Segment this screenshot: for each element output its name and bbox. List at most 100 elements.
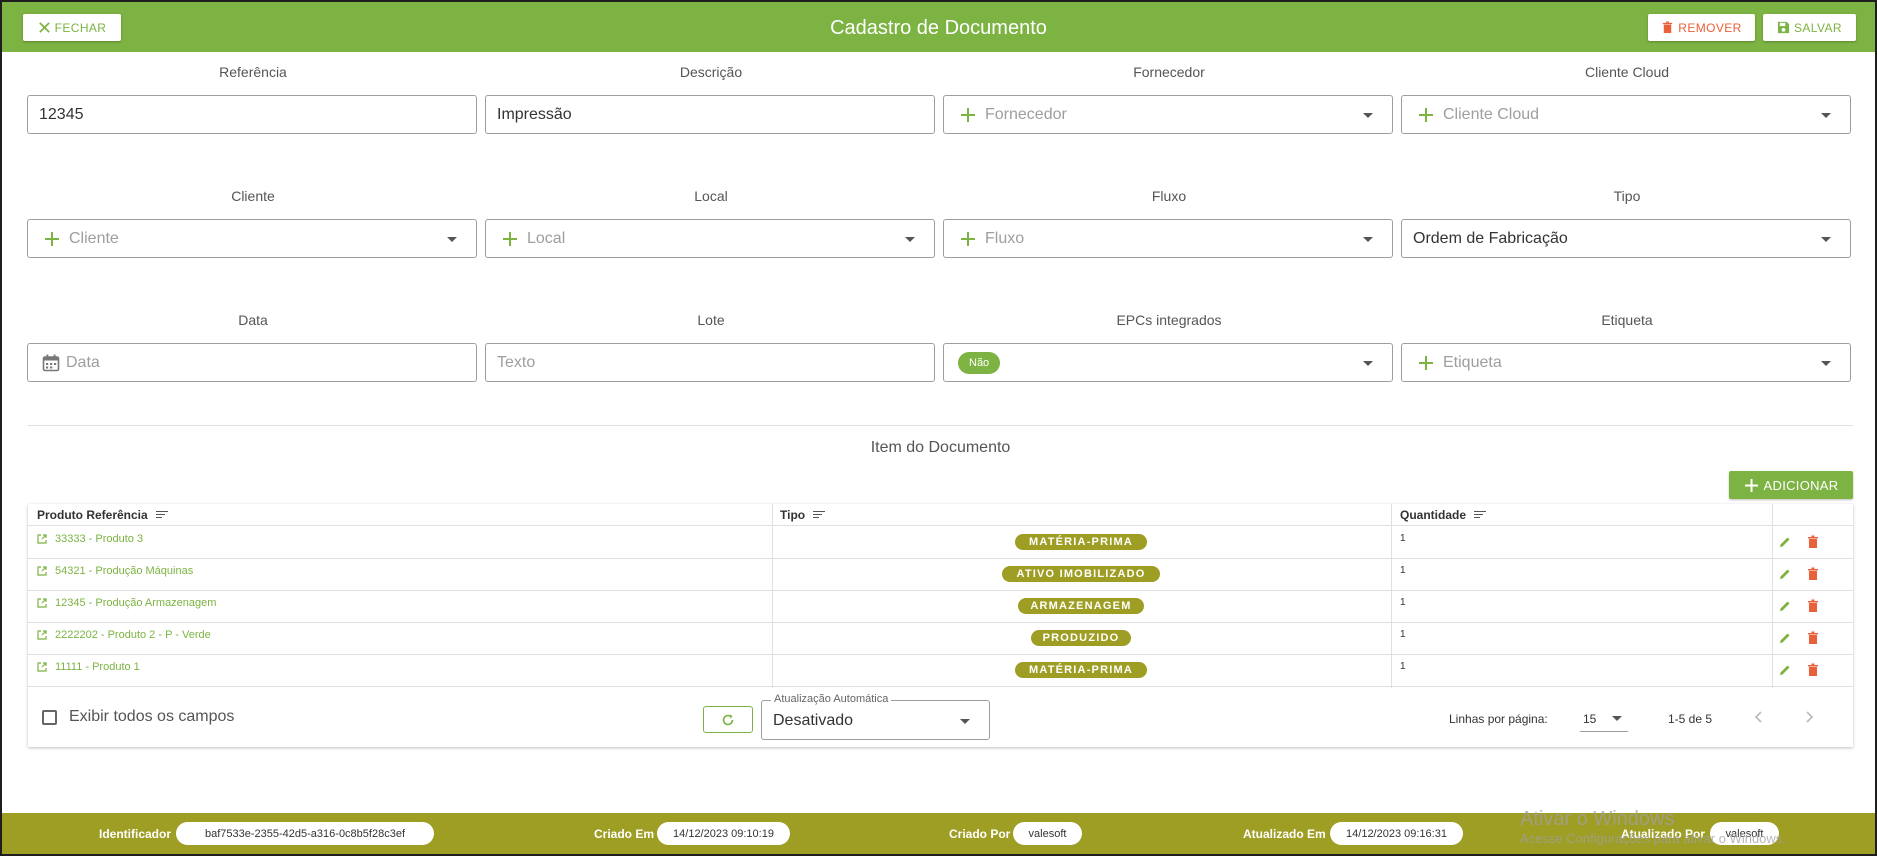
page-range: 1-5 de 5 <box>1668 712 1713 726</box>
product-link[interactable]: 33333 - Produto 3 <box>37 533 143 545</box>
lote-field[interactable]: Texto <box>485 343 935 382</box>
quantity: 1 <box>1400 533 1406 544</box>
header-bar: FECHAR Cadastro de Documento REMOVER SAL… <box>2 2 1875 52</box>
table-row[interactable]: 54321 - Produção Máquinas ATIVO IMOBILIZ… <box>28 559 1853 591</box>
external-link-icon <box>37 598 47 608</box>
product-link[interactable]: 12345 - Produção Armazenagem <box>37 597 216 609</box>
add-item-button[interactable]: ADICIONAR <box>1729 471 1853 499</box>
data-field[interactable]: Data <box>27 343 477 382</box>
delete-icon[interactable] <box>1806 663 1820 677</box>
table-row[interactable]: 11111 - Produto 1 MATÉRIA-PRIMA 1 <box>28 655 1853 687</box>
cliente-cloud-select[interactable]: Cliente Cloud <box>1401 95 1851 134</box>
calendar-icon[interactable] <box>42 354 60 372</box>
atualizado-em-label: Atualizado Em <box>1243 827 1326 841</box>
delete-icon[interactable] <box>1806 567 1820 581</box>
product-link[interactable]: 11111 - Produto 1 <box>37 661 140 673</box>
etiqueta-select[interactable]: Etiqueta <box>1401 343 1851 382</box>
tipo-select[interactable]: Ordem de Fabricação <box>1401 219 1851 258</box>
add-icon[interactable] <box>960 231 976 247</box>
etiqueta-placeholder: Etiqueta <box>1443 353 1502 371</box>
edit-icon[interactable] <box>1778 631 1792 645</box>
sort-icon[interactable] <box>813 511 826 519</box>
column-header-quantidade[interactable]: Quantidade <box>1400 508 1487 522</box>
chevron-down-icon[interactable] <box>1363 113 1373 118</box>
fornecedor-label: Fornecedor <box>1133 64 1205 80</box>
add-icon[interactable] <box>1418 107 1434 123</box>
product-link[interactable]: 2222202 - Produto 2 - P - Verde <box>37 629 211 641</box>
cliente-cloud-placeholder: Cliente Cloud <box>1443 105 1540 123</box>
chevron-down-icon[interactable] <box>1821 361 1831 366</box>
sort-icon[interactable] <box>1474 511 1487 519</box>
section-divider <box>28 425 1853 426</box>
tipo-label: Tipo <box>1613 188 1641 204</box>
show-all-label[interactable]: Exibir todos os campos <box>69 708 234 726</box>
local-placeholder: Local <box>527 229 566 247</box>
chevron-down-icon[interactable] <box>1363 361 1373 366</box>
auto-update-label: Atualização Automática <box>771 693 892 705</box>
next-page-button[interactable] <box>1798 706 1820 728</box>
epcs-select[interactable]: Não <box>943 343 1393 382</box>
data-placeholder: Data <box>66 353 100 371</box>
etiqueta-label: Etiqueta <box>1601 312 1653 328</box>
items-table: Produto Referência Tipo Quantidade 33333… <box>28 504 1853 747</box>
referencia-field[interactable]: 12345 <box>27 95 477 134</box>
identificador-label: Identificador <box>99 827 172 841</box>
delete-icon[interactable] <box>1806 535 1820 549</box>
edit-icon[interactable] <box>1778 567 1792 581</box>
data-label: Data <box>238 312 268 328</box>
delete-icon[interactable] <box>1806 599 1820 613</box>
auto-update-select[interactable]: Atualização Automática Desativado <box>761 693 990 740</box>
local-select[interactable]: Local <box>485 219 935 258</box>
add-icon[interactable] <box>502 231 518 247</box>
show-all-checkbox[interactable] <box>42 710 57 725</box>
table-row[interactable]: 12345 - Produção Armazenagem ARMAZENAGEM… <box>28 591 1853 623</box>
prev-page-button[interactable] <box>1748 706 1770 728</box>
chevron-down-icon[interactable] <box>447 237 457 242</box>
add-icon[interactable] <box>960 107 976 123</box>
type-badge: MATÉRIA-PRIMA <box>1015 662 1147 678</box>
atualizado-por-value: valesoft <box>1710 822 1779 845</box>
column-header-produto[interactable]: Produto Referência <box>37 508 168 522</box>
rows-per-page-select[interactable]: 15 <box>1580 704 1628 732</box>
fluxo-select[interactable]: Fluxo <box>943 219 1393 258</box>
product-ref: 11111 - Produto 1 <box>55 661 140 673</box>
table-row[interactable]: 2222202 - Produto 2 - P - Verde PRODUZID… <box>28 623 1853 655</box>
cliente-select[interactable]: Cliente <box>27 219 477 258</box>
referencia-label: Referência <box>219 64 287 80</box>
referencia-value: 12345 <box>39 105 84 123</box>
criado-por-label: Criado Por <box>949 827 1011 841</box>
refresh-button[interactable] <box>703 706 753 733</box>
lote-label: Lote <box>697 312 725 328</box>
refresh-icon <box>722 714 734 725</box>
epcs-label: EPCs integrados <box>1116 312 1222 328</box>
edit-icon[interactable] <box>1778 535 1792 549</box>
chevron-down-icon[interactable] <box>1821 113 1831 118</box>
edit-icon[interactable] <box>1778 663 1792 677</box>
table-row[interactable]: 33333 - Produto 3 MATÉRIA-PRIMA 1 <box>28 527 1853 559</box>
chevron-down-icon[interactable] <box>1612 716 1622 721</box>
chevron-down-icon[interactable] <box>1821 237 1831 242</box>
fornecedor-select[interactable]: Fornecedor <box>943 95 1393 134</box>
column-header-tipo[interactable]: Tipo <box>780 508 826 522</box>
delete-icon[interactable] <box>1806 631 1820 645</box>
type-badge: PRODUZIDO <box>1031 630 1131 646</box>
chevron-down-icon[interactable] <box>960 719 970 724</box>
column-label: Quantidade <box>1400 508 1467 522</box>
edit-icon[interactable] <box>1778 599 1792 613</box>
sort-icon[interactable] <box>155 511 168 519</box>
page-title: Cadastro de Documento <box>830 17 1047 39</box>
criado-por-value: valesoft <box>1013 822 1082 845</box>
quantity: 1 <box>1400 597 1406 608</box>
add-icon[interactable] <box>44 231 60 247</box>
remove-button[interactable]: REMOVER <box>1648 14 1755 41</box>
descricao-field[interactable]: Impressão <box>485 95 935 134</box>
add-icon[interactable] <box>1418 355 1434 371</box>
product-link[interactable]: 54321 - Produção Máquinas <box>37 565 193 577</box>
type-badge: MATÉRIA-PRIMA <box>1015 534 1147 550</box>
chevron-down-icon[interactable] <box>1363 237 1373 242</box>
external-link-icon <box>37 534 47 544</box>
save-button[interactable]: SALVAR <box>1763 14 1856 41</box>
trash-icon <box>1663 21 1673 34</box>
product-ref: 33333 - Produto 3 <box>55 533 144 545</box>
chevron-down-icon[interactable] <box>905 237 915 242</box>
